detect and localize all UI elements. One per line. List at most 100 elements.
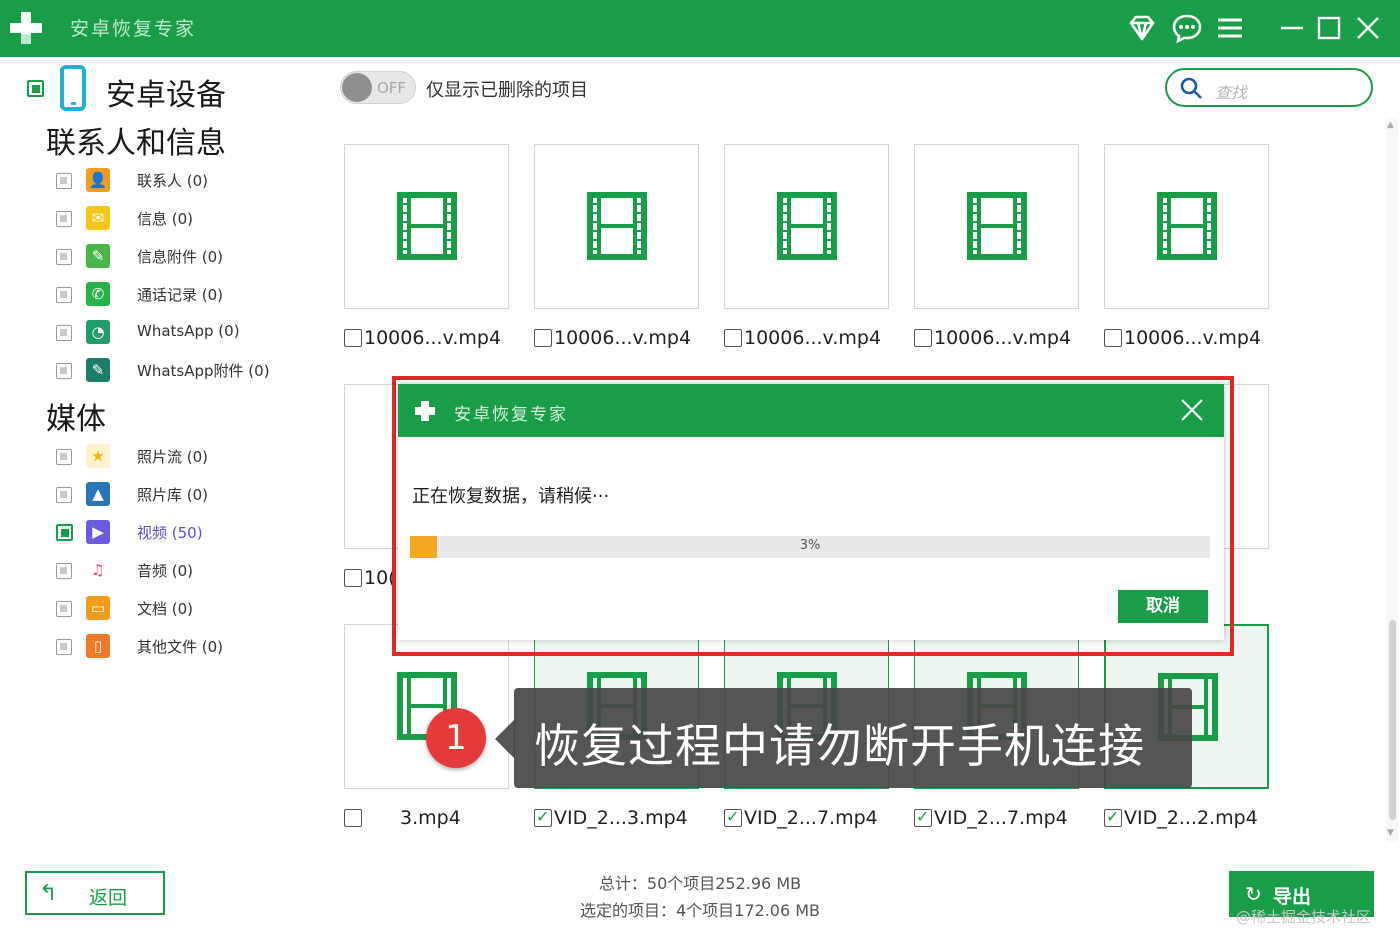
category-message-attachments[interactable]: ✎ 信息附件 (0) <box>56 243 326 271</box>
category-checkbox[interactable] <box>56 449 72 465</box>
scroll-up-icon[interactable]: ▲ <box>1387 120 1394 130</box>
category-label: 视频 (50) <box>137 524 203 542</box>
category-video[interactable]: ▶ 视频 (50) <box>56 519 326 547</box>
search-icon <box>1180 77 1202 99</box>
file-name: 10006...v.mp4 <box>554 327 692 349</box>
category-label: 联系人 (0) <box>137 172 209 190</box>
star-icon: ★ <box>86 444 110 468</box>
gallery-icon: ▲ <box>86 482 110 506</box>
category-messages[interactable]: ✉ 信息 (0) <box>56 205 326 233</box>
maximize-icon[interactable] <box>1313 12 1345 44</box>
file-checkbox[interactable] <box>724 807 742 827</box>
minimize-icon[interactable] <box>1276 12 1308 44</box>
category-photo-library[interactable]: ▲ 照片库 (0) <box>56 481 326 509</box>
step-badge: 1 <box>426 708 486 768</box>
file-name: 10006...v.mp4 <box>364 327 502 349</box>
scroll-down-icon[interactable]: ▼ <box>1387 828 1394 838</box>
file-checkbox[interactable] <box>344 329 362 347</box>
search-input[interactable]: 查找 <box>1165 68 1373 107</box>
dialog-message: 正在恢复数据，请稍候··· <box>412 486 610 507</box>
category-label: 信息附件 (0) <box>137 248 224 266</box>
category-label: 其他文件 (0) <box>137 638 224 656</box>
file-checkbox[interactable] <box>344 569 362 587</box>
back-arrow-icon: ↰ <box>39 881 58 906</box>
device-checkbox[interactable] <box>27 80 44 97</box>
file-checkbox[interactable] <box>534 807 552 827</box>
category-label: 音频 (0) <box>137 562 194 580</box>
attachment-icon: ✎ <box>86 244 110 268</box>
app-logo-icon <box>415 401 435 421</box>
category-label: 信息 (0) <box>137 210 194 228</box>
video-tile[interactable] <box>344 144 509 309</box>
category-checkbox[interactable] <box>56 487 72 503</box>
file-checkbox[interactable] <box>1104 329 1122 347</box>
category-other-files[interactable]: ▯ 其他文件 (0) <box>56 633 326 661</box>
menu-icon[interactable] <box>1214 12 1246 44</box>
deleted-only-toggle[interactable]: OFF <box>340 71 416 104</box>
video-tile[interactable] <box>724 144 889 309</box>
section-media-title: 媒体 <box>46 402 106 437</box>
category-checkbox[interactable] <box>56 173 72 189</box>
dialog-title: 安卓恢复专家 <box>454 405 568 425</box>
dialog-close-icon[interactable] <box>1178 396 1206 424</box>
search-placeholder: 查找 <box>1215 83 1248 102</box>
close-icon[interactable] <box>1352 12 1384 44</box>
messages-icon: ✉ <box>86 206 110 230</box>
film-icon <box>1157 192 1217 260</box>
scrollbar-thumb[interactable] <box>1389 620 1396 820</box>
file-name: 10( <box>364 567 396 589</box>
cancel-button[interactable]: 取消 <box>1118 590 1208 623</box>
file-name: VID_2...2.mp4 <box>1124 807 1258 829</box>
selection-stats: 总计：50个项目252.96 MB 选定的项目：4个项目172.06 MB <box>540 870 860 924</box>
callout-text: 恢复过程中请勿断开手机连接 <box>534 719 1145 773</box>
watermark: @稀土掘金技术社区 <box>1236 908 1372 926</box>
dialog-header: 安卓恢复专家 <box>398 384 1224 437</box>
category-checkbox[interactable] <box>56 363 72 379</box>
category-call-log[interactable]: ✆ 通话记录 (0) <box>56 281 326 309</box>
category-label: 照片库 (0) <box>137 486 209 504</box>
category-checkbox[interactable] <box>56 249 72 265</box>
category-whatsapp-attachments[interactable]: ✎ WhatsApp附件 (0) <box>56 357 326 385</box>
category-checkbox[interactable] <box>56 601 72 617</box>
title-bar: 安卓恢复专家 <box>0 0 1400 57</box>
category-checkbox[interactable] <box>56 524 73 541</box>
video-tile[interactable] <box>534 144 699 309</box>
contacts-icon: 👤 <box>86 168 110 192</box>
category-checkbox[interactable] <box>56 211 72 227</box>
toggle-state: OFF <box>377 79 407 97</box>
file-name: VID_2...7.mp4 <box>934 807 1068 829</box>
file-name: VID_2...3.mp4 <box>554 807 688 829</box>
film-icon <box>397 192 457 260</box>
file-checkbox[interactable] <box>344 809 362 827</box>
film-icon <box>777 192 837 260</box>
back-label: 返回 <box>89 887 128 909</box>
app-logo-icon <box>10 12 42 44</box>
file-checkbox[interactable] <box>1104 807 1122 827</box>
file-checkbox[interactable] <box>724 329 742 347</box>
file-checkbox[interactable] <box>914 329 932 347</box>
file-checkbox[interactable] <box>534 329 552 347</box>
total-stats: 总计：50个项目252.96 MB <box>598 874 802 893</box>
category-checkbox[interactable] <box>56 639 72 655</box>
file-checkbox[interactable] <box>914 807 932 827</box>
toggle-knob <box>342 73 372 102</box>
back-button[interactable]: ↰ 返回 <box>25 871 165 915</box>
video-tile[interactable] <box>914 144 1079 309</box>
feedback-icon[interactable] <box>1171 12 1203 44</box>
category-whatsapp[interactable]: ◔ WhatsApp (0) <box>56 319 326 347</box>
diamond-icon[interactable] <box>1126 12 1158 44</box>
video-tile[interactable] <box>1104 144 1269 309</box>
category-contacts[interactable]: 👤 联系人 (0) <box>56 167 326 195</box>
category-checkbox[interactable] <box>56 563 72 579</box>
category-checkbox[interactable] <box>56 325 72 341</box>
category-audio[interactable]: ♫ 音频 (0) <box>56 557 326 585</box>
phone-icon: ✆ <box>86 282 110 306</box>
export-icon: ↻ <box>1245 882 1262 906</box>
video-icon: ▶ <box>86 520 110 544</box>
app-title: 安卓恢复专家 <box>70 18 197 40</box>
category-checkbox[interactable] <box>56 287 72 303</box>
other-file-icon: ▯ <box>86 634 110 658</box>
category-documents[interactable]: ▭ 文档 (0) <box>56 595 326 623</box>
category-photo-stream[interactable]: ★ 照片流 (0) <box>56 443 326 471</box>
category-label: 文档 (0) <box>137 600 194 618</box>
